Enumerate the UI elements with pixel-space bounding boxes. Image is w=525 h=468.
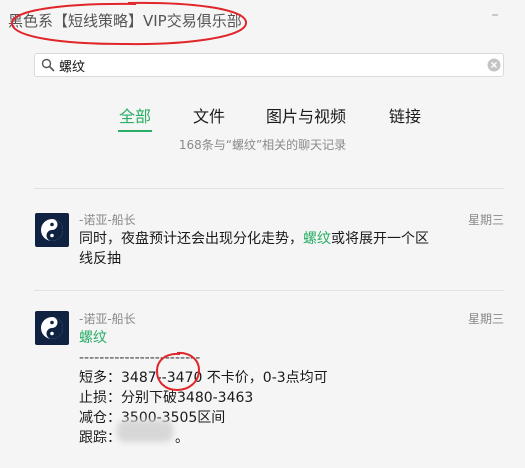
annotation-circle-price — [155, 351, 201, 392]
message-day: 星期三 — [468, 312, 505, 326]
avatar[interactable] — [35, 311, 69, 345]
divider — [34, 290, 504, 291]
search-box[interactable] — [34, 53, 504, 77]
tab-files[interactable]: 文件 — [193, 103, 225, 127]
message-text-line[interactable]: 线反抽 — [79, 249, 121, 269]
search-icon — [41, 58, 55, 72]
annotation-circle-title — [11, 1, 247, 46]
tab-media[interactable]: 图片与视频 — [266, 103, 346, 127]
search-input[interactable] — [59, 56, 479, 74]
tab-all[interactable]: 全部 — [119, 103, 151, 127]
text: 线反抽 — [79, 251, 121, 267]
clear-icon[interactable] — [487, 58, 501, 72]
text: 或将展开一个区 — [331, 231, 429, 247]
keyword-highlight: 螺纹 — [303, 231, 331, 247]
keyword-highlight[interactable]: 螺纹 — [79, 328, 107, 348]
divider — [34, 188, 504, 189]
filter-tabs: 全部 文件 图片与视频 链接 — [0, 98, 525, 132]
result-count: 168条与“螺纹”相关的聊天记录 — [178, 138, 347, 152]
message-sender: -诺亚-船长 — [79, 312, 136, 326]
avatar[interactable] — [35, 213, 69, 247]
yin-yang-icon — [41, 219, 63, 241]
active-tab-indicator — [118, 130, 152, 132]
tab-links[interactable]: 链接 — [389, 103, 421, 127]
message-sender: -诺亚-船长 — [79, 213, 136, 227]
message-text-line[interactable]: 短多：3487--3470 不卡价，0-3点均可 — [79, 368, 328, 388]
text: 同时，夜盘预计还会出现分化走势， — [79, 231, 303, 247]
message-text-line[interactable]: 同时，夜盘预计还会出现分化走势，螺纹或将展开一个区 — [79, 229, 429, 249]
trailing-punctuation: 。 — [175, 430, 189, 446]
message-text-line[interactable]: 跟踪： — [79, 428, 121, 448]
redaction-blur — [117, 420, 173, 442]
minimize-icon[interactable]: – — [488, 8, 502, 22]
message-day: 星期三 — [468, 213, 505, 227]
cut-off-message-line — [78, 152, 498, 166]
yin-yang-icon — [41, 317, 63, 339]
